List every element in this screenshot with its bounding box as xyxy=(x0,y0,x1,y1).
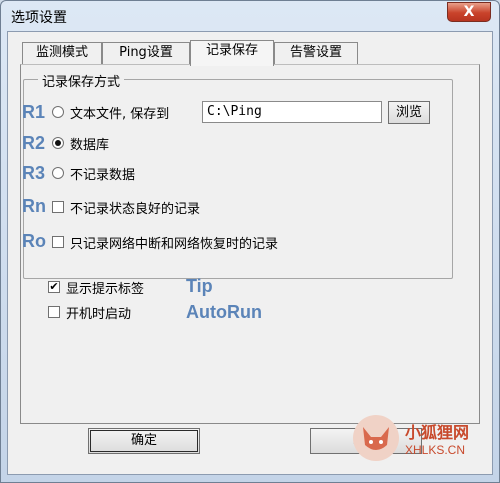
checkbox-autorun[interactable] xyxy=(48,306,60,318)
tab-label: 记录保存 xyxy=(205,43,258,58)
options-dialog: 选项设置 X 监测模式 Ping设置 记录保存 告警设置 记录保存方式 R1 文… xyxy=(0,0,500,483)
checkbox-skip-good-records[interactable] xyxy=(52,201,64,213)
annotation-r1: R1 xyxy=(22,102,46,122)
ok-label: 确定 xyxy=(130,433,157,448)
radio-no-record[interactable] xyxy=(52,167,64,179)
close-icon: X xyxy=(463,4,475,20)
radio-no-record-label: 不记录数据 xyxy=(70,168,136,183)
watermark-subtext: XHLKS.CN xyxy=(405,443,466,457)
checkbox-only-outage-records[interactable] xyxy=(52,236,64,248)
dialog-client-area: 监测模式 Ping设置 记录保存 告警设置 记录保存方式 R1 文本文件, 保存… xyxy=(7,31,493,475)
tab-ping-settings[interactable]: Ping设置 xyxy=(102,42,190,64)
save-path-input[interactable]: C:\Ping xyxy=(202,101,382,123)
fox-icon xyxy=(363,427,389,450)
checkbox-show-tip[interactable]: ✔ xyxy=(48,281,60,293)
tab-record-save[interactable]: 记录保存 xyxy=(190,40,274,66)
watermark-text: 小狐狸网 xyxy=(405,423,470,442)
annotation-r2: R2 xyxy=(22,133,46,153)
checkbox-only-outage-records-label: 只记录网络中断和网络恢复时的记录 xyxy=(70,237,279,252)
tab-label: 告警设置 xyxy=(289,45,342,60)
radio-database-label: 数据库 xyxy=(70,138,110,153)
save-path-value: C:\Ping xyxy=(207,104,262,119)
watermark-fox-logo xyxy=(353,415,399,461)
annotation-r3: R3 xyxy=(22,163,46,183)
annotation-rn: Rn xyxy=(22,196,46,216)
checkbox-autorun-label: 开机时启动 xyxy=(66,307,132,322)
close-button[interactable]: X xyxy=(447,2,491,22)
radio-text-file[interactable] xyxy=(52,106,64,118)
checkbox-skip-good-records-label: 不记录状态良好的记录 xyxy=(70,202,201,217)
browse-button[interactable]: 浏览 xyxy=(388,101,430,124)
tab-monitor-mode[interactable]: 监测模式 xyxy=(22,42,102,64)
annotation-autorun: AutoRun xyxy=(186,302,262,322)
tab-alarm-settings[interactable]: 告警设置 xyxy=(274,42,358,64)
radio-text-file-label: 文本文件, 保存到 xyxy=(70,107,170,122)
annotation-tip: Tip xyxy=(186,276,213,296)
radio-database[interactable] xyxy=(52,137,64,149)
tab-label: 监测模式 xyxy=(35,45,88,60)
checkbox-show-tip-label: 显示提示标签 xyxy=(66,282,145,297)
group-legend: 记录保存方式 xyxy=(38,71,125,90)
tab-label: Ping设置 xyxy=(119,45,173,60)
ok-button[interactable]: 确定 xyxy=(88,428,200,454)
title-bar[interactable]: 选项设置 X xyxy=(1,1,499,31)
window-title: 选项设置 xyxy=(11,10,67,26)
annotation-ro: Ro xyxy=(22,231,46,251)
browse-label: 浏览 xyxy=(395,105,422,120)
